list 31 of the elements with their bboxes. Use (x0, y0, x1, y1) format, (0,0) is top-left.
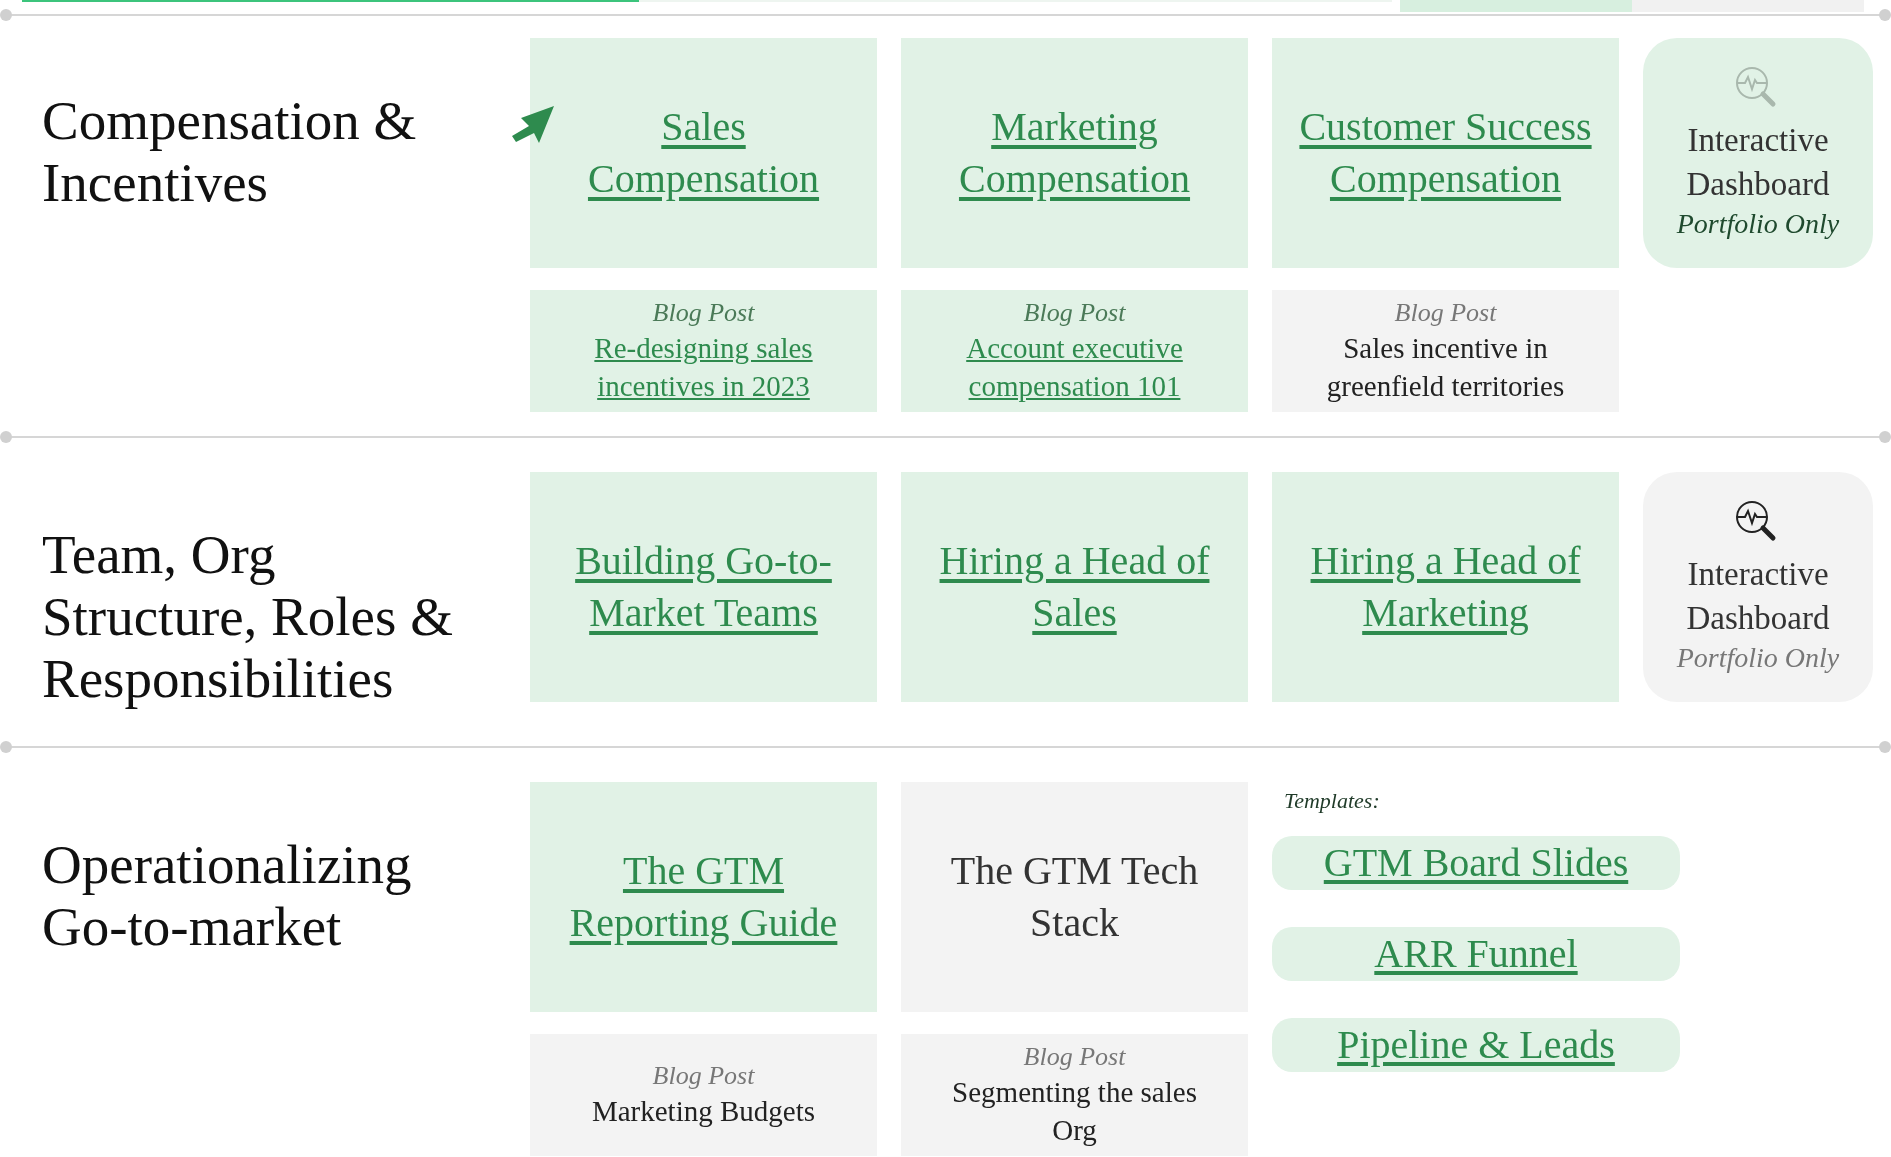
template-link[interactable]: ARR Funnel (1272, 927, 1680, 981)
template-link[interactable]: Pipeline & Leads (1272, 1018, 1680, 1072)
blog-label: Blog Post (1023, 297, 1126, 329)
topic-link[interactable]: Sales Compensation (530, 38, 877, 268)
tab[interactable] (1632, 0, 1864, 12)
tab[interactable] (1400, 0, 1632, 12)
blog-link[interactable]: Account executive compensation 101 (937, 329, 1212, 405)
blog-link[interactable]: Re-designing sales incentives in 2023 (566, 329, 841, 405)
template-link[interactable]: GTM Board Slides (1272, 836, 1680, 890)
section-title: Team, Org Structure, Roles & Responsibilities (42, 524, 454, 710)
blog-title: Sales incentive in greenfield territories (1325, 331, 1566, 404)
topic-link[interactable]: Customer Success Compensation (1272, 38, 1619, 268)
blog-label: Blog Post (652, 1060, 755, 1092)
blog-label: Blog Post (1023, 1041, 1126, 1073)
topic-link[interactable]: Marketing Compensation (901, 38, 1248, 268)
dashboard-note: Portfolio Only (1676, 641, 1840, 675)
blog-label: Blog Post (652, 297, 755, 329)
dashboard-title: Interactive Dashboard (1685, 555, 1831, 638)
section-title: Operationalizing Go-to-market (42, 834, 413, 958)
topic-link[interactable]: Building Go-to-Market Teams (530, 472, 877, 702)
blog-title: Segmenting the sales Org (951, 1075, 1198, 1148)
templates-label: Templates: (1284, 788, 1381, 814)
topic-link[interactable]: The GTM Reporting Guide (530, 782, 877, 1012)
dashboard-note: Portfolio Only (1676, 207, 1840, 241)
blog-label: Blog Post (1394, 297, 1497, 329)
topic-link[interactable]: Hiring a Head of Marketing (1272, 472, 1619, 702)
section-title: Compensation & Incentives (42, 90, 418, 214)
dashboard-title: Interactive Dashboard (1685, 121, 1831, 204)
topic-tile: The GTM Tech Stack (901, 782, 1248, 1012)
blog-title: Marketing Budgets (591, 1094, 816, 1129)
topic-link[interactable]: Hiring a Head of Sales (901, 472, 1248, 702)
